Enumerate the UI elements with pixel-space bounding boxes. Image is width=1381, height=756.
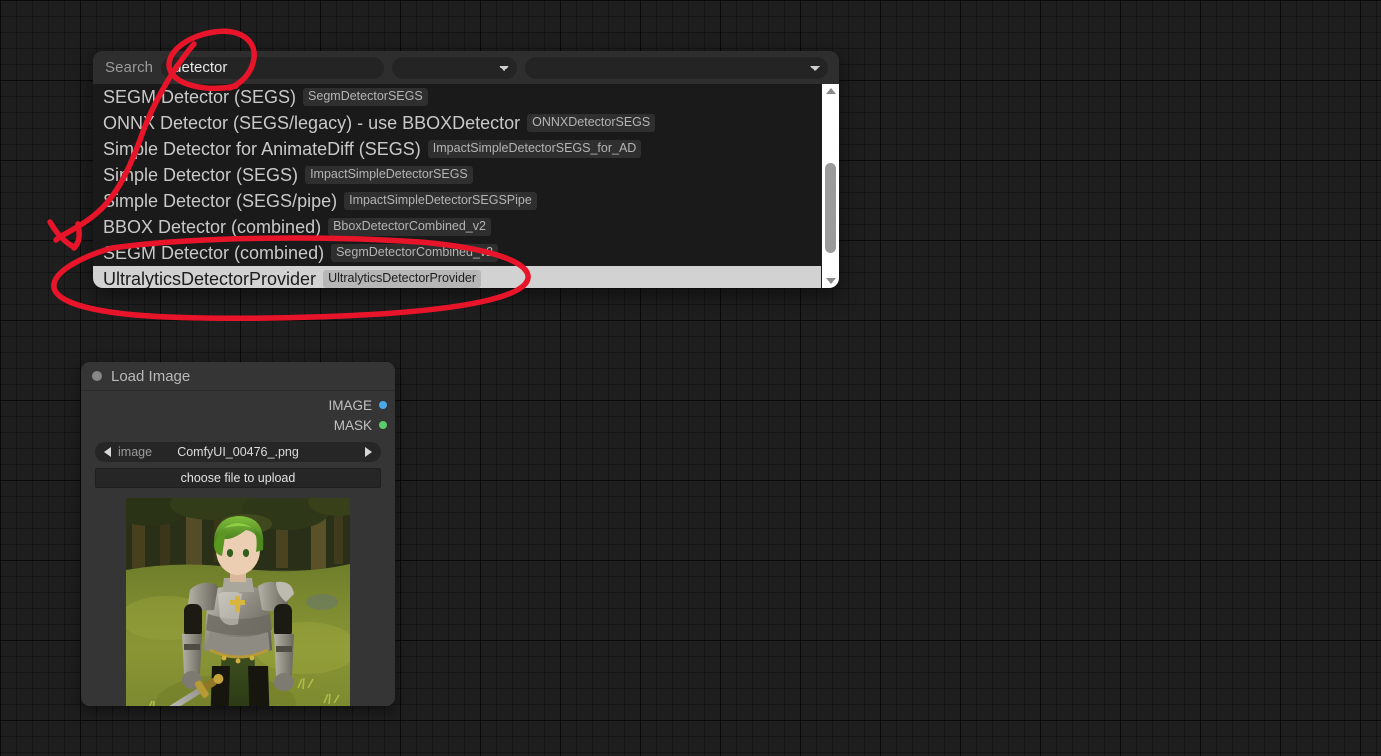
search-input[interactable] <box>161 56 385 79</box>
node-search-dialog: Search SEGM Detector (SEGS) SegmDetectorS… <box>93 51 839 288</box>
choose-file-to-upload-button[interactable]: choose file to upload <box>95 468 381 488</box>
search-result-node-id: SegmDetectorSEGS <box>303 88 428 106</box>
node-output-mask[interactable]: MASK <box>81 415 395 435</box>
search-result-label: ONNX Detector (SEGS/legacy) - use BBOXDe… <box>103 113 521 133</box>
node-title-bar[interactable]: Load Image <box>81 362 395 391</box>
filter-category-select[interactable] <box>525 56 829 79</box>
mask-slot-dot-icon[interactable] <box>379 421 387 429</box>
graph-canvas[interactable]: Search SEGM Detector (SEGS) SegmDetectorS… <box>0 0 1381 756</box>
search-result-row[interactable]: UltralyticsDetectorProvider UltralyticsDe… <box>93 266 821 288</box>
search-result-row[interactable]: Simple Detector (SEGS/pipe) ImpactSimpleD… <box>93 188 821 214</box>
output-slot-label: IMAGE <box>328 397 372 413</box>
search-result-label: BBOX Detector (combined) <box>103 217 322 237</box>
output-slot-label: MASK <box>333 417 372 433</box>
image-widget-label: image <box>118 445 153 459</box>
search-results-list[interactable]: SEGM Detector (SEGS) SegmDetectorSEGS ONNX… <box>93 84 821 288</box>
search-result-label: Simple Detector for AnimateDiff (SEGS) <box>103 139 421 159</box>
search-result-node-id: ImpactSimpleDetectorSEGSPipe <box>344 192 537 210</box>
scroll-down-arrow-icon[interactable] <box>822 274 839 288</box>
annotation-arrow-head-a <box>47 219 75 249</box>
search-result-label: SEGM Detector (combined) <box>103 243 325 263</box>
search-result-row[interactable]: Simple Detector for AnimateDiff (SEGS) Im… <box>93 136 821 162</box>
search-result-node-id: BboxDetectorCombined_v2 <box>328 218 491 236</box>
image-combo-widget[interactable]: image ComfyUI_00476_.png <box>95 442 381 462</box>
search-result-node-id: ONNXDetectorSEGS <box>527 114 656 132</box>
results-scrollbar[interactable] <box>821 84 839 288</box>
arrow-left-icon[interactable] <box>104 447 111 457</box>
search-result-row[interactable]: SEGM Detector (combined) SegmDetectorComb… <box>93 240 821 266</box>
search-result-node-id: UltralyticsDetectorProvider <box>323 270 482 288</box>
collapse-dot-icon[interactable] <box>92 371 102 381</box>
search-results-area: SEGM Detector (SEGS) SegmDetectorSEGS ONNX… <box>93 84 839 288</box>
search-result-row[interactable]: ONNX Detector (SEGS/legacy) - use BBOXDe… <box>93 110 821 136</box>
node-title: Load Image <box>111 367 191 385</box>
search-result-label: Simple Detector (SEGS) <box>103 165 299 185</box>
search-result-node-id: ImpactSimpleDetectorSEGS_for_AD <box>427 140 642 158</box>
scrollbar-track[interactable] <box>822 98 839 274</box>
search-result-label: Simple Detector (SEGS/pipe) <box>103 191 338 211</box>
scroll-up-arrow-icon[interactable] <box>822 84 839 98</box>
search-header: Search <box>93 51 839 84</box>
search-result-label: UltralyticsDetectorProvider <box>103 269 317 288</box>
search-result-row[interactable]: Simple Detector (SEGS) ImpactSimpleDetect… <box>93 162 821 188</box>
search-result-row[interactable]: BBOX Detector (combined) BboxDetectorComb… <box>93 214 821 240</box>
node-output-image[interactable]: IMAGE <box>81 395 395 415</box>
arrow-right-icon[interactable] <box>365 447 372 457</box>
search-result-row[interactable]: SEGM Detector (SEGS) SegmDetectorSEGS <box>93 84 821 110</box>
search-result-label: SEGM Detector (SEGS) <box>103 87 297 107</box>
search-result-node-id: ImpactSimpleDetectorSEGS <box>305 166 473 184</box>
annotation-arrow-head-b <box>71 221 82 251</box>
node-body: IMAGE MASK image ComfyUI_00476_.png choo… <box>81 391 395 706</box>
scrollbar-thumb[interactable] <box>825 163 836 253</box>
search-result-node-id: SegmDetectorCombined_v2 <box>331 244 499 262</box>
image-slot-dot-icon[interactable] <box>379 401 387 409</box>
node-load-image[interactable]: Load Image IMAGE MASK image ComfyUI_0047… <box>81 362 395 706</box>
image-preview <box>126 498 350 706</box>
filter-type-select[interactable] <box>392 56 518 79</box>
search-label: Search <box>105 59 154 76</box>
